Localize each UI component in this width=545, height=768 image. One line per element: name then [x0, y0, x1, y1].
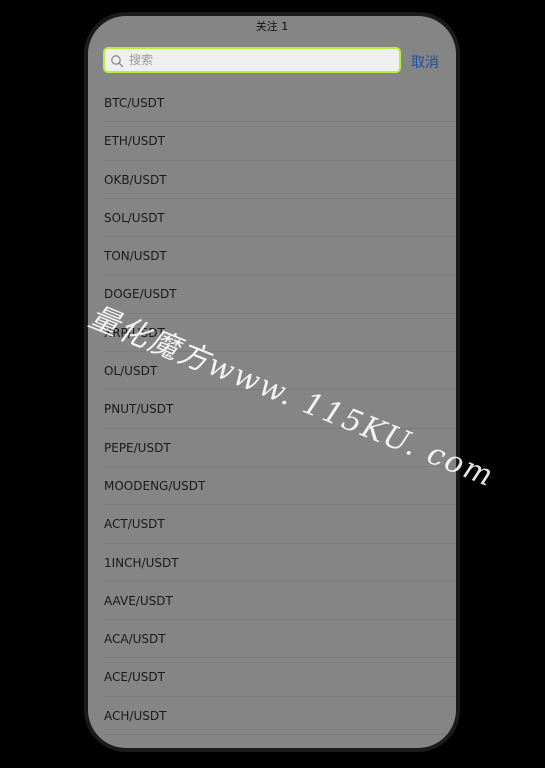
search-box[interactable] [103, 47, 401, 73]
list-item[interactable]: XRP/USDT [104, 314, 456, 353]
pair-list: BTC/USDT ETH/USDT OKB/USDT SOL/USDT TON/USDT… [104, 84, 456, 736]
list-item[interactable]: BTC/USDT [104, 84, 456, 123]
list-item[interactable]: PEPE/USDT [104, 429, 456, 467]
list-item[interactable]: ACH/USDT [104, 697, 456, 736]
list-item[interactable]: PNUT/USDT [104, 390, 456, 429]
list-item[interactable]: AAVE/USDT [104, 582, 456, 621]
list-item[interactable]: DOGE/USDT [104, 275, 456, 314]
list-item[interactable]: ACE/USDT [104, 658, 456, 697]
list-item[interactable]: SOL/USDT [104, 199, 456, 238]
screen: 关注 1 取消 BTC/USDTETH/USDTOKB/USDTSOL/USDT… [88, 16, 456, 748]
list-item[interactable]: OL/USDT [104, 352, 456, 391]
list-item[interactable]: OKB/USDT [104, 161, 456, 199]
list-item[interactable]: TON/USDT [104, 237, 456, 276]
list-item[interactable]: ACA/USDT [104, 620, 456, 659]
search-icon [110, 53, 124, 68]
list-item[interactable]: 1INCH/USDT [104, 544, 456, 582]
page-title: 关注 1 [255, 20, 289, 33]
search-input[interactable] [127, 49, 401, 71]
list-item[interactable]: MOODENG/USDT [104, 467, 456, 506]
list-item[interactable]: ACT/USDT [104, 505, 456, 544]
cancel-button[interactable]: 取消 [411, 52, 439, 72]
list-item[interactable]: ETH/USDT [104, 122, 456, 161]
